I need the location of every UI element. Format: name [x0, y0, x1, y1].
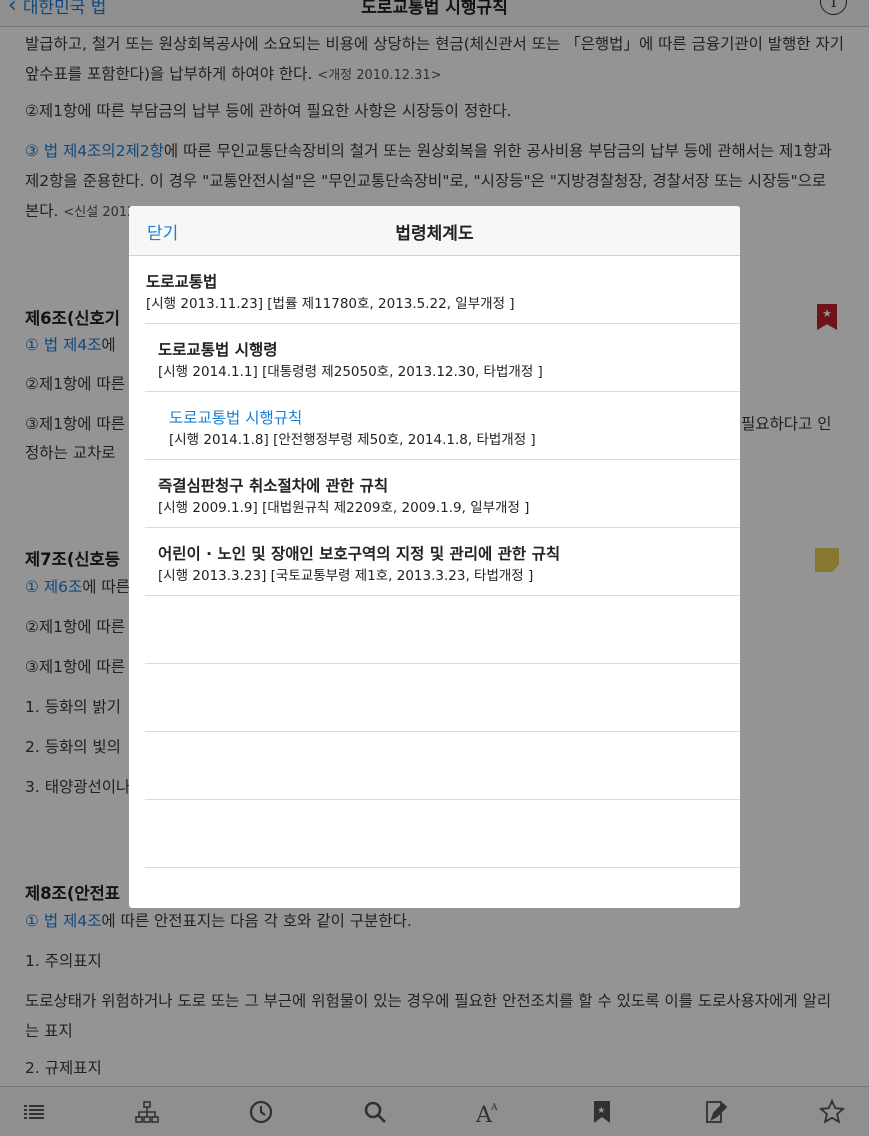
law-hierarchy-modal: 닫기 법령체계도 도로교통법 [시행 2013.11.23] [법률 제1178… — [129, 206, 740, 908]
empty-row — [129, 596, 740, 664]
list-item-rule-current[interactable]: 도로교통법 시행규칙 [시행 2014.1.8] [안전행정부령 제50호, 2… — [129, 392, 740, 460]
modal-title: 법령체계도 — [395, 224, 474, 244]
empty-row — [129, 732, 740, 800]
empty-row — [129, 664, 740, 732]
law-name: 어린이 · 노인 및 장애인 보호구역의 지정 및 관리에 관한 규칙 — [158, 545, 561, 563]
list-item-law[interactable]: 도로교통법 [시행 2013.11.23] [법률 제11780호, 2013.… — [129, 256, 740, 324]
list-item-rule[interactable]: 즉결심판청구 취소절차에 관한 규칙 [시행 2009.1.9] [대법원규칙 … — [129, 460, 740, 528]
law-name: 도로교통법 시행규칙 — [169, 409, 303, 427]
modal-header: 닫기 법령체계도 — [129, 206, 740, 256]
empty-row — [129, 800, 740, 868]
list-item-decree[interactable]: 도로교통법 시행령 [시행 2014.1.1] [대통령령 제25050호, 2… — [129, 324, 740, 392]
law-meta: [시행 2014.1.8] [안전행정부령 제50호, 2014.1.8, 타법… — [169, 432, 536, 448]
law-meta: [시행 2013.3.23] [국토교통부령 제1호, 2013.3.23, 타… — [158, 568, 534, 584]
law-name: 도로교통법 — [146, 273, 218, 291]
law-name: 즉결심판청구 취소절차에 관한 규칙 — [158, 477, 389, 495]
law-meta: [시행 2014.1.1] [대통령령 제25050호, 2013.12.30,… — [158, 364, 543, 380]
list-item-rule[interactable]: 어린이 · 노인 및 장애인 보호구역의 지정 및 관리에 관한 규칙 [시행 … — [129, 528, 740, 596]
law-meta: [시행 2009.1.9] [대법원규칙 제2209호, 2009.1.9, 일… — [158, 500, 530, 516]
law-meta: [시행 2013.11.23] [법률 제11780호, 2013.5.22, … — [146, 296, 515, 312]
law-name: 도로교통법 시행령 — [158, 341, 278, 359]
